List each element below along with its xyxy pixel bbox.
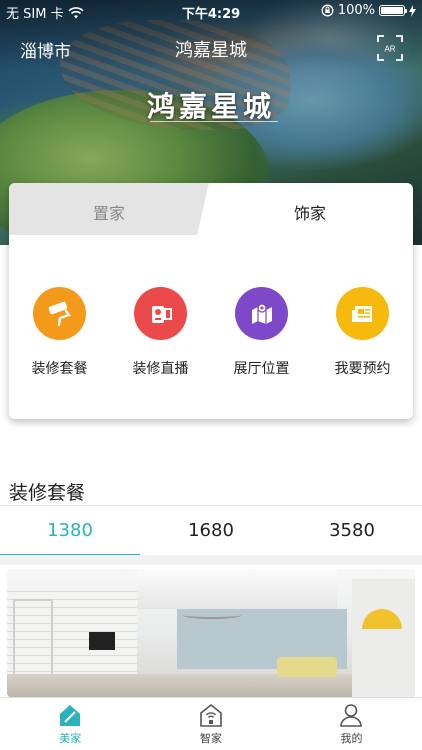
- nav-label: 智家: [199, 732, 222, 745]
- price-tab-1680[interactable]: 1680: [141, 520, 281, 541]
- section-title-packages: 装修套餐: [9, 482, 86, 504]
- feature-live-stream[interactable]: 装修直播: [110, 287, 211, 378]
- room-ceiling: [137, 569, 337, 609]
- service-card: 置家 饰家 装修套餐 装修直播 展厅位置 我要预约: [9, 183, 413, 419]
- tab-zhijia[interactable]: 置家: [93, 200, 125, 224]
- room-chandelier: [182, 611, 242, 619]
- feature-decoration-package[interactable]: 装修套餐: [9, 287, 110, 378]
- charging-icon: [409, 4, 416, 17]
- price-tab-1380[interactable]: 1380: [0, 520, 140, 541]
- reservation-note-icon: [351, 305, 372, 322]
- ar-scan-icon: AR: [377, 35, 403, 61]
- feature-icon-circle: [336, 287, 389, 340]
- paint-roller-icon: [48, 301, 71, 326]
- nav-item-meijia[interactable]: 美家: [0, 698, 141, 750]
- package-cover-image[interactable]: [7, 569, 415, 697]
- battery-icon: [379, 5, 407, 16]
- ar-scan-button[interactable]: AR: [376, 34, 404, 62]
- price-tab-3580[interactable]: 3580: [282, 520, 422, 541]
- tab-shijia[interactable]: 饰家: [294, 200, 326, 224]
- nav-label: 美家: [59, 732, 82, 745]
- banner-logo-underline: [150, 121, 278, 122]
- rotation-lock-icon: [321, 4, 334, 17]
- feature-showroom-location[interactable]: 展厅位置: [211, 287, 312, 378]
- feature-label: 我要预约: [334, 361, 391, 377]
- home-icon: [60, 705, 81, 726]
- bottom-nav: 美家 智家 我的: [0, 697, 422, 750]
- ar-label: AR: [384, 45, 395, 54]
- map-location-icon: [251, 302, 272, 324]
- nav-item-wode[interactable]: 我的: [281, 698, 422, 750]
- feature-label: 展厅位置: [233, 361, 290, 377]
- room-artwork: [352, 579, 415, 697]
- banner-logo-text: 鸿嘉星城: [146, 90, 275, 123]
- section-divider: [0, 555, 422, 565]
- smart-home-icon: [200, 703, 222, 727]
- feature-icon-circle: [134, 287, 187, 340]
- project-title: 鸿嘉星城: [175, 40, 247, 61]
- feature-icon-circle: [33, 287, 86, 340]
- nav-item-zhijia[interactable]: 智家: [141, 698, 282, 750]
- package-price-tabs: 1380 1680 3580: [0, 505, 422, 556]
- battery-text: 100%: [337, 3, 375, 18]
- user-icon: [340, 704, 363, 727]
- feature-grid: 装修套餐 装修直播 展厅位置 我要预约: [9, 287, 413, 378]
- feature-icon-circle: [235, 287, 288, 340]
- room-sofa: [277, 657, 337, 677]
- status-bar: 无 SIM 卡 下午4:29 100%: [0, 0, 422, 22]
- feature-reservation[interactable]: 我要预约: [312, 287, 413, 378]
- video-camera-icon: [151, 305, 172, 323]
- feature-label: 装修直播: [132, 361, 189, 377]
- nav-label: 我的: [340, 732, 363, 745]
- app-screen: 鸿嘉星城 无 SIM 卡 下午4:29 100% 淄博市 鸿嘉星城 AR 置家 …: [0, 0, 422, 750]
- room-tv: [89, 632, 115, 650]
- feature-label: 装修套餐: [31, 361, 88, 377]
